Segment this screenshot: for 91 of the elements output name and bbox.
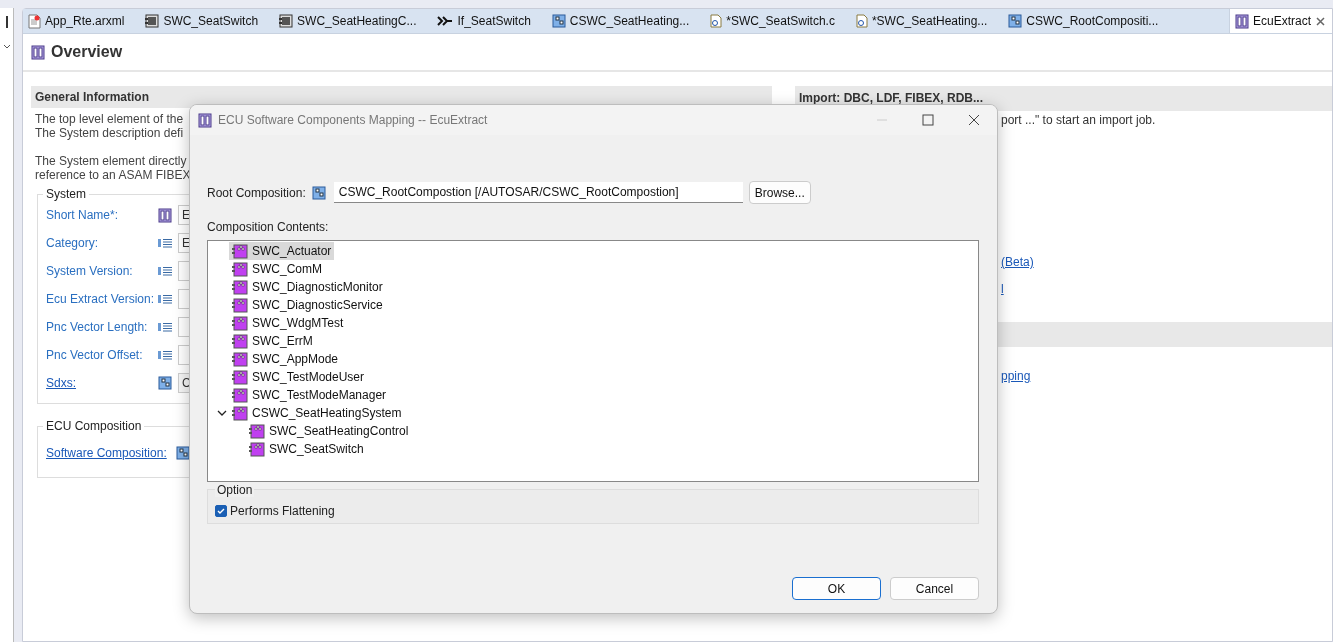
description-text: port ..." to start an import job.	[1001, 113, 1156, 127]
ecu-icon	[1234, 13, 1249, 29]
component-icon	[232, 333, 248, 349]
field-label: Root Composition:	[207, 185, 306, 200]
tree-item[interactable]: SWC_DiagnosticMonitor	[229, 278, 386, 296]
ecu-icon	[31, 44, 45, 60]
browse-button[interactable]: Browse...	[748, 181, 811, 204]
editor-tab[interactable]: *SWC_SeatHeating...	[850, 9, 1004, 33]
field-label: Category:	[46, 236, 100, 250]
composition-icon	[311, 185, 326, 200]
group-label: ECU Composition	[43, 419, 145, 433]
ecu-icon	[198, 112, 212, 128]
field-label: System Version:	[46, 264, 134, 278]
field-label: Short Name*:	[46, 208, 120, 222]
list-icon	[158, 266, 172, 276]
tree-item[interactable]: SWC_WdgMTest	[229, 314, 347, 332]
window-title: ECU Software Components Mapping -- EcuExtract	[218, 113, 488, 127]
component-icon	[232, 261, 248, 277]
source-file-icon	[710, 14, 723, 28]
component-icon	[232, 369, 248, 385]
editor-tab[interactable]: If_SeatSwitch	[432, 9, 547, 33]
maximize-icon[interactable]	[922, 114, 934, 126]
editor-tab[interactable]: CSWC_SeatHeating...	[546, 9, 706, 33]
group-label: Option	[215, 483, 255, 497]
link[interactable]: l	[1001, 282, 1004, 296]
interface-icon	[437, 15, 454, 27]
link[interactable]: (Beta)	[1001, 255, 1034, 269]
checkbox[interactable]: Performs Flattening	[215, 504, 335, 518]
list-icon	[158, 294, 172, 304]
editor-tab[interactable]: SWC_SeatSwitch	[140, 9, 275, 33]
list-icon	[158, 238, 172, 248]
component-icon	[232, 279, 248, 295]
composition-icon	[1008, 14, 1023, 28]
input-field[interactable]: E	[178, 233, 190, 253]
tree-item[interactable]: SWC_AppMode	[229, 350, 342, 368]
component-icon	[232, 351, 248, 367]
field-label: Ecu Extract Version:	[46, 292, 156, 306]
component-icon	[279, 14, 294, 28]
component-icon	[232, 387, 248, 403]
tree-item[interactable]: SWC_SeatHeatingControl	[246, 422, 412, 440]
source-file-icon	[855, 14, 868, 28]
field-link[interactable]: Sdxs:	[46, 376, 158, 390]
tree-item[interactable]: SWC_TestModeUser	[229, 368, 368, 386]
close-icon[interactable]	[1315, 15, 1326, 27]
dialog-button[interactable]: OK	[792, 577, 881, 600]
input-field[interactable]	[178, 289, 190, 309]
editor-tab[interactable]: SWC_SeatHeatingC...	[274, 9, 433, 33]
field-label: Pnc Vector Length:	[46, 320, 149, 334]
component-icon	[145, 14, 160, 28]
component-icon	[232, 243, 248, 259]
component-icon	[232, 315, 248, 331]
close-icon[interactable]	[968, 114, 980, 126]
tree-item[interactable]: SWC_DiagnosticService	[229, 296, 386, 314]
component-icon	[249, 423, 265, 439]
editor-tab[interactable]: CSWC_RootCompositi...	[1003, 9, 1175, 33]
field-link[interactable]: Software Composition:	[46, 446, 176, 460]
tree-item[interactable]: SWC_ComM	[229, 260, 325, 278]
field-label: Composition Contents:	[207, 220, 330, 234]
group-label: System	[43, 187, 89, 201]
list-icon	[158, 322, 172, 332]
tree-item[interactable]: SWC_SeatSwitch	[246, 440, 367, 458]
tree-item[interactable]: SWC_TestModeManager	[229, 386, 390, 404]
ecu-icon	[158, 207, 172, 223]
dialog-button[interactable]: Cancel	[890, 577, 979, 600]
input-field[interactable]: E	[178, 205, 190, 225]
caret-icon[interactable]	[2, 44, 11, 50]
tree-item[interactable]: SWC_ErrM	[229, 332, 316, 350]
editor-title: Overview	[51, 43, 123, 61]
collapse-icon[interactable]	[217, 408, 227, 418]
composition-icon	[176, 446, 190, 460]
editor-tab[interactable]: EcuExtract	[1228, 9, 1332, 33]
field-label: Pnc Vector Offset:	[46, 348, 144, 362]
editor-tab[interactable]: App_Rte.arxml	[23, 9, 141, 33]
link[interactable]: pping	[1001, 369, 1031, 383]
tree-item[interactable]: CSWC_SeatHeatingSystem	[229, 404, 405, 422]
description-text: The System element directly reference to an ASAM FIBEX	[34, 153, 191, 182]
composition-icon	[551, 14, 566, 28]
document-icon	[28, 13, 41, 29]
input-field[interactable]	[178, 345, 190, 365]
component-icon	[232, 405, 248, 421]
editor-tab[interactable]: *SWC_SeatSwitch.c	[705, 9, 851, 33]
component-icon	[249, 441, 265, 457]
component-icon	[232, 297, 248, 313]
input-field[interactable]	[178, 261, 190, 281]
composition-icon	[158, 376, 172, 390]
description-text: The top level element of the The System description defi	[34, 111, 184, 140]
input-field[interactable]: CSWC_RootCompostion [/AUTOSAR/CSWC_RootCompostion]	[333, 182, 743, 203]
tree-item[interactable]: SWC_Actuator	[229, 242, 335, 260]
list-icon	[158, 350, 172, 360]
input-field[interactable]	[178, 317, 190, 337]
check-icon	[216, 506, 226, 516]
